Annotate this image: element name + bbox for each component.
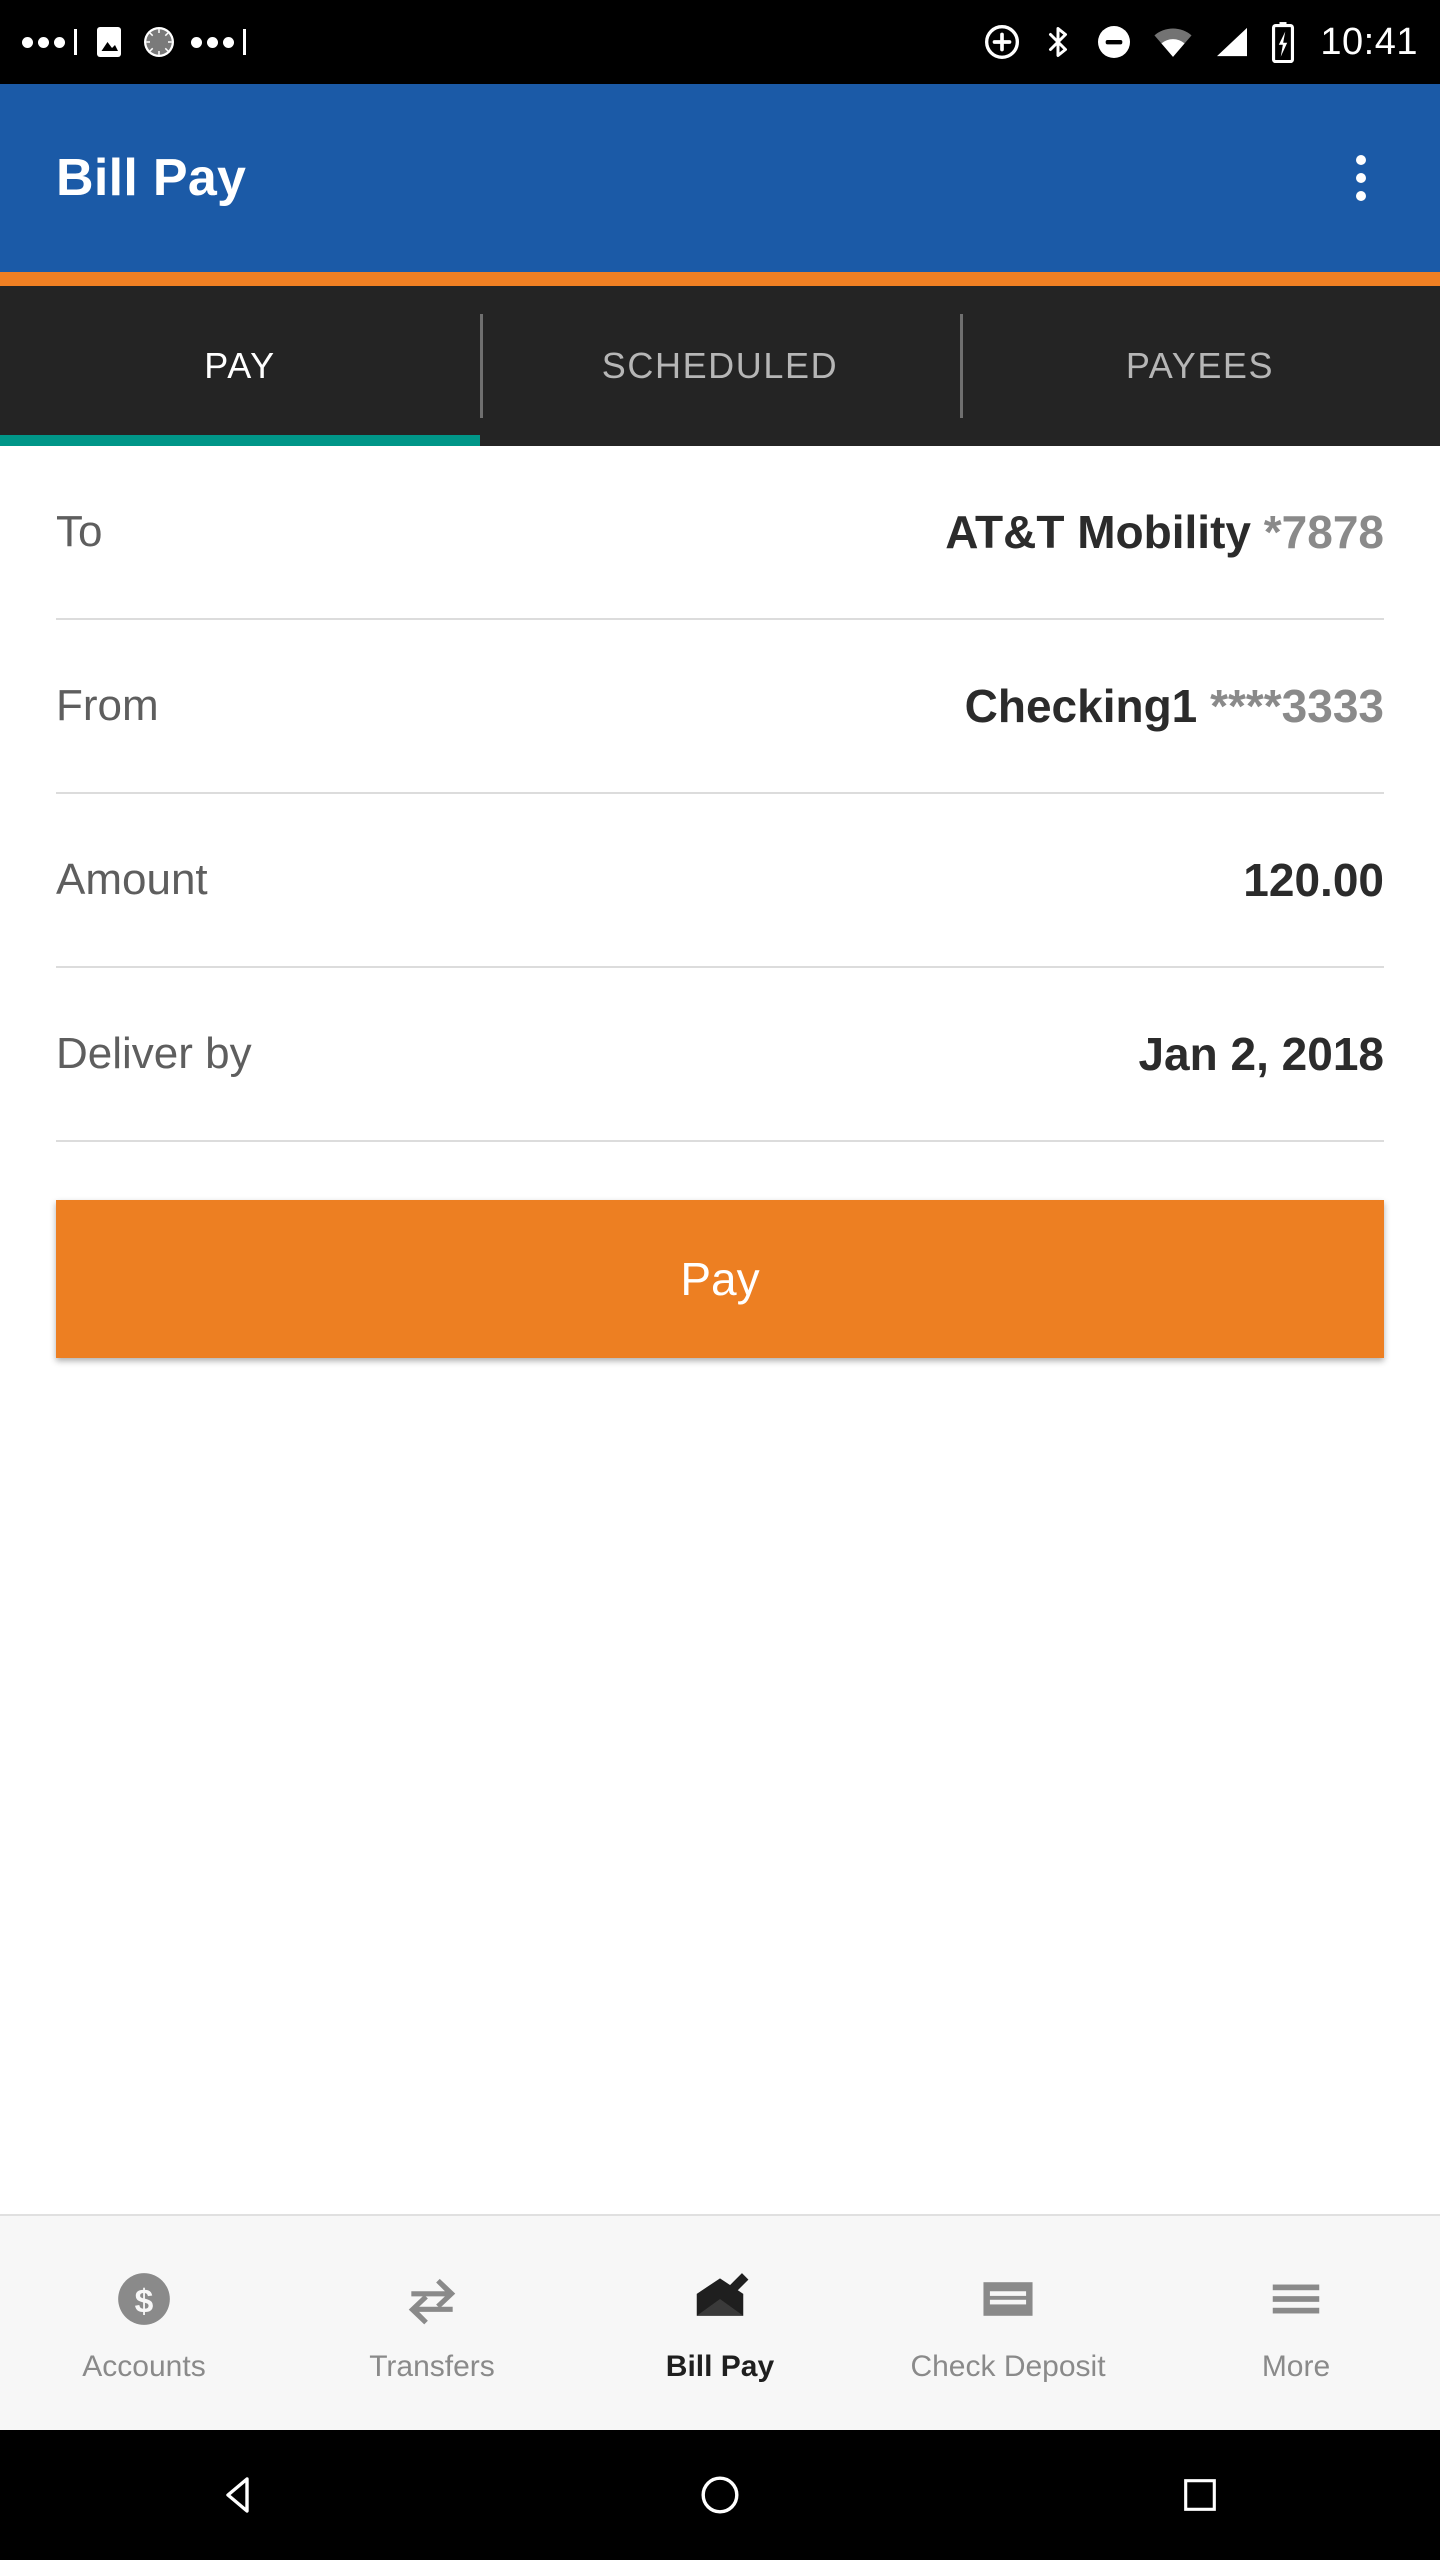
form-row-deliver-by-label: Deliver by xyxy=(56,1029,252,1078)
tab-pay-label: PAY xyxy=(204,345,276,386)
form-row-from-label: From xyxy=(56,681,159,730)
payee-name: AT&T Mobility xyxy=(945,506,1251,558)
form-row-amount-label: Amount xyxy=(56,855,208,904)
check-lines-icon xyxy=(977,2262,1039,2336)
sync-spinner-icon xyxy=(144,27,174,57)
phone-screen: 10:41 Bill Pay PAY SCHEDULED PAYEES To A… xyxy=(0,0,1440,2560)
nav-item-accounts-label: Accounts xyxy=(82,2350,206,2383)
tab-scheduled[interactable]: SCHEDULED xyxy=(480,286,960,446)
form-row-deliver-by-value: Jan 2, 2018 xyxy=(1138,1028,1384,1080)
status-bar-clock: 10:41 xyxy=(1320,20,1418,63)
home-circle-icon[interactable] xyxy=(630,2430,810,2560)
tab-payees[interactable]: PAYEES xyxy=(960,286,1440,446)
source-account-mask: ****3333 xyxy=(1210,680,1384,732)
form-row-to[interactable]: To AT&T Mobility *7878 xyxy=(56,446,1384,620)
payee-account-mask: *7878 xyxy=(1263,506,1384,558)
form-row-from[interactable]: From Checking1 ****3333 xyxy=(56,620,1384,794)
form-row-to-value: AT&T Mobility *7878 xyxy=(945,505,1384,559)
do-not-disturb-icon xyxy=(1098,26,1131,58)
tab-active-indicator xyxy=(0,435,480,446)
add-circle-icon xyxy=(985,25,1020,59)
form-row-amount[interactable]: Amount 120.00 xyxy=(56,794,1384,968)
back-triangle-icon[interactable] xyxy=(150,2430,330,2560)
tab-scheduled-label: SCHEDULED xyxy=(601,345,839,386)
pay-button-container: Pay xyxy=(56,1142,1384,1358)
nav-item-transfers[interactable]: Transfers xyxy=(288,2262,576,2384)
envelope-pen-icon xyxy=(689,2262,751,2336)
android-system-nav xyxy=(0,2430,1440,2560)
wifi-icon xyxy=(1154,28,1192,57)
tab-pay[interactable]: PAY xyxy=(0,286,480,446)
source-account-name: Checking1 xyxy=(964,680,1198,732)
nav-item-transfers-label: Transfers xyxy=(369,2350,495,2383)
battery-charging-icon xyxy=(1272,22,1295,63)
tab-payees-label: PAYEES xyxy=(1125,345,1275,386)
nav-item-bill-pay[interactable]: Bill Pay xyxy=(576,2262,864,2384)
nav-item-bill-pay-label: Bill Pay xyxy=(665,2350,775,2383)
nav-item-accounts[interactable]: $ Accounts xyxy=(0,2262,288,2384)
nav-item-check-deposit[interactable]: Check Deposit xyxy=(864,2262,1152,2384)
image-icon xyxy=(97,27,121,57)
nav-item-check-deposit-label: Check Deposit xyxy=(910,2350,1106,2383)
transfer-arrows-icon xyxy=(401,2262,463,2336)
bottom-navigation: $ Accounts Transfers Bill Pay Check Depo… xyxy=(0,2214,1440,2430)
pay-button[interactable]: Pay xyxy=(56,1200,1384,1358)
page-title: Bill Pay xyxy=(56,149,247,207)
form-row-deliver-by[interactable]: Deliver by Jan 2, 2018 xyxy=(56,968,1384,1142)
recents-square-icon[interactable] xyxy=(1110,2430,1290,2560)
nav-item-more-label: More xyxy=(1261,2350,1331,2383)
status-bar-left-icons xyxy=(22,24,246,60)
svg-text:$: $ xyxy=(135,2283,154,2320)
accent-rule xyxy=(0,272,1440,286)
status-bar: 10:41 xyxy=(0,0,1440,84)
cell-signal-icon xyxy=(1217,27,1248,57)
status-bar-right-icons: 10:41 xyxy=(982,21,1418,64)
form-row-to-label: To xyxy=(56,507,103,556)
more-vert-icon[interactable] xyxy=(1338,141,1384,215)
nav-item-more[interactable]: More xyxy=(1152,2262,1440,2384)
bluetooth-icon xyxy=(1049,27,1068,57)
dots-icon xyxy=(191,29,246,55)
app-bar: Bill Pay xyxy=(0,84,1440,272)
tab-bar: PAY SCHEDULED PAYEES xyxy=(0,286,1440,446)
hamburger-icon xyxy=(1265,2262,1327,2336)
dollar-circle-icon: $ xyxy=(113,2262,175,2336)
pay-form: To AT&T Mobility *7878 From Checking1 **… xyxy=(0,446,1440,2214)
form-row-from-value: Checking1 ****3333 xyxy=(965,679,1384,733)
dots-icon xyxy=(22,29,77,55)
form-row-amount-value: 120.00 xyxy=(1243,854,1384,906)
